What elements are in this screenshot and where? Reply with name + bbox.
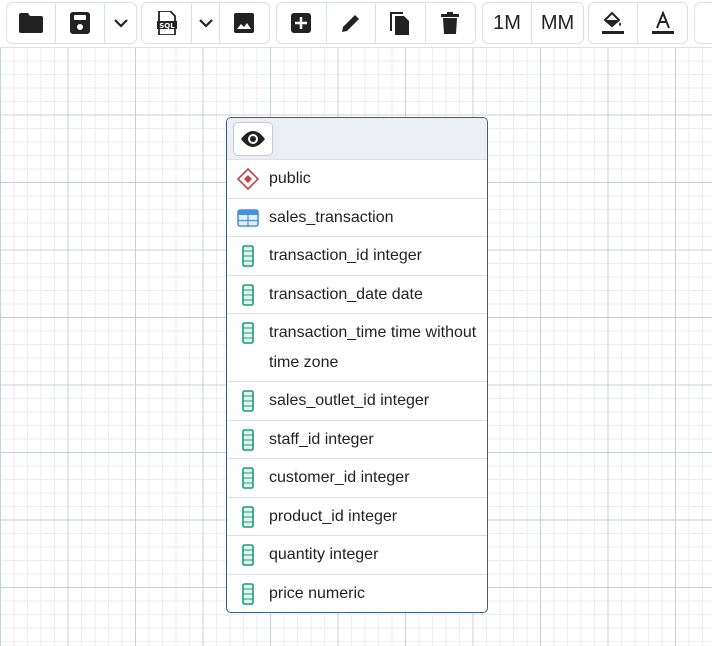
add-box-icon xyxy=(291,13,312,33)
column-icon xyxy=(237,280,259,310)
download-image-button[interactable] xyxy=(220,3,269,43)
column-label: price numeric xyxy=(269,584,366,602)
column-row: transaction_id integer xyxy=(227,237,487,276)
clone-table-button[interactable] xyxy=(376,3,426,43)
chevron-down-icon xyxy=(198,19,213,28)
export-group: SQL xyxy=(141,2,270,44)
column-label: sales_outlet_id integer xyxy=(269,392,430,409)
edit-table-button[interactable] xyxy=(327,3,376,43)
column-icon xyxy=(237,540,259,570)
column-icon xyxy=(237,579,259,609)
column-label: staff_id integer xyxy=(269,430,374,448)
schema-icon xyxy=(237,164,259,194)
clone-icon xyxy=(390,12,410,35)
fill-color-icon xyxy=(602,11,624,34)
toolbar: SQL 1M MM xyxy=(0,0,712,48)
column-row: quantity integer xyxy=(227,536,487,575)
more-group xyxy=(694,2,712,44)
edit-group xyxy=(276,2,476,44)
add-table-button[interactable] xyxy=(277,3,327,43)
eye-icon xyxy=(241,131,265,147)
save-icon xyxy=(70,12,91,34)
table-node[interactable]: public sales_transaction transaction_id … xyxy=(226,117,488,613)
save-options-dropdown[interactable] xyxy=(105,3,136,43)
column-row: transaction_date date xyxy=(227,276,487,314)
one-to-many-button[interactable]: 1M xyxy=(483,3,533,43)
image-icon xyxy=(234,13,255,33)
column-label: quantity integer xyxy=(269,546,379,563)
column-icon xyxy=(237,425,259,455)
pencil-icon xyxy=(341,15,359,32)
toggle-details-button[interactable] xyxy=(233,122,273,156)
column-row: sales_outlet_id integer xyxy=(227,382,487,421)
column-row: staff_id integer xyxy=(227,421,487,459)
column-icon xyxy=(237,386,259,416)
column-row: product_id integer xyxy=(227,498,487,536)
open-file-button[interactable] xyxy=(7,3,57,43)
trash-icon xyxy=(441,12,460,34)
color-group xyxy=(588,2,688,44)
column-label: transaction_date date xyxy=(269,285,423,303)
schema-name: public xyxy=(269,170,311,187)
sql-file-icon: SQL xyxy=(156,11,177,35)
many-to-many-button[interactable]: MM xyxy=(532,3,583,43)
svg-text:SQL: SQL xyxy=(159,22,175,30)
table-node-header xyxy=(227,118,487,160)
column-label: customer_id integer xyxy=(269,469,410,486)
fill-color-button[interactable] xyxy=(589,3,639,43)
schema-row: public xyxy=(227,160,487,199)
text-color-button[interactable] xyxy=(638,3,687,43)
file-group xyxy=(6,2,137,44)
column-icon xyxy=(237,502,259,532)
column-label: transaction_time time without time zone xyxy=(269,324,477,371)
generate-sql-button[interactable]: SQL xyxy=(142,3,193,43)
column-label: product_id integer xyxy=(269,507,398,525)
column-icon xyxy=(237,241,259,271)
delete-button[interactable] xyxy=(426,3,476,43)
column-icon xyxy=(237,463,259,493)
folder-icon xyxy=(19,13,44,33)
table-row: sales_transaction xyxy=(227,199,487,237)
save-button[interactable] xyxy=(56,3,106,43)
sql-options-dropdown[interactable] xyxy=(192,3,220,43)
column-label: transaction_id integer xyxy=(269,247,422,264)
text-color-icon xyxy=(651,11,674,34)
column-row: transaction_time time without time zone xyxy=(227,314,487,382)
more-button[interactable] xyxy=(695,3,712,43)
chevron-down-icon xyxy=(113,19,128,28)
relation-group: 1M MM xyxy=(482,2,584,44)
column-row: price numeric xyxy=(227,575,487,613)
table-name: sales_transaction xyxy=(269,208,394,226)
column-row: customer_id integer xyxy=(227,459,487,498)
column-icon xyxy=(237,318,259,348)
table-icon xyxy=(237,203,259,233)
